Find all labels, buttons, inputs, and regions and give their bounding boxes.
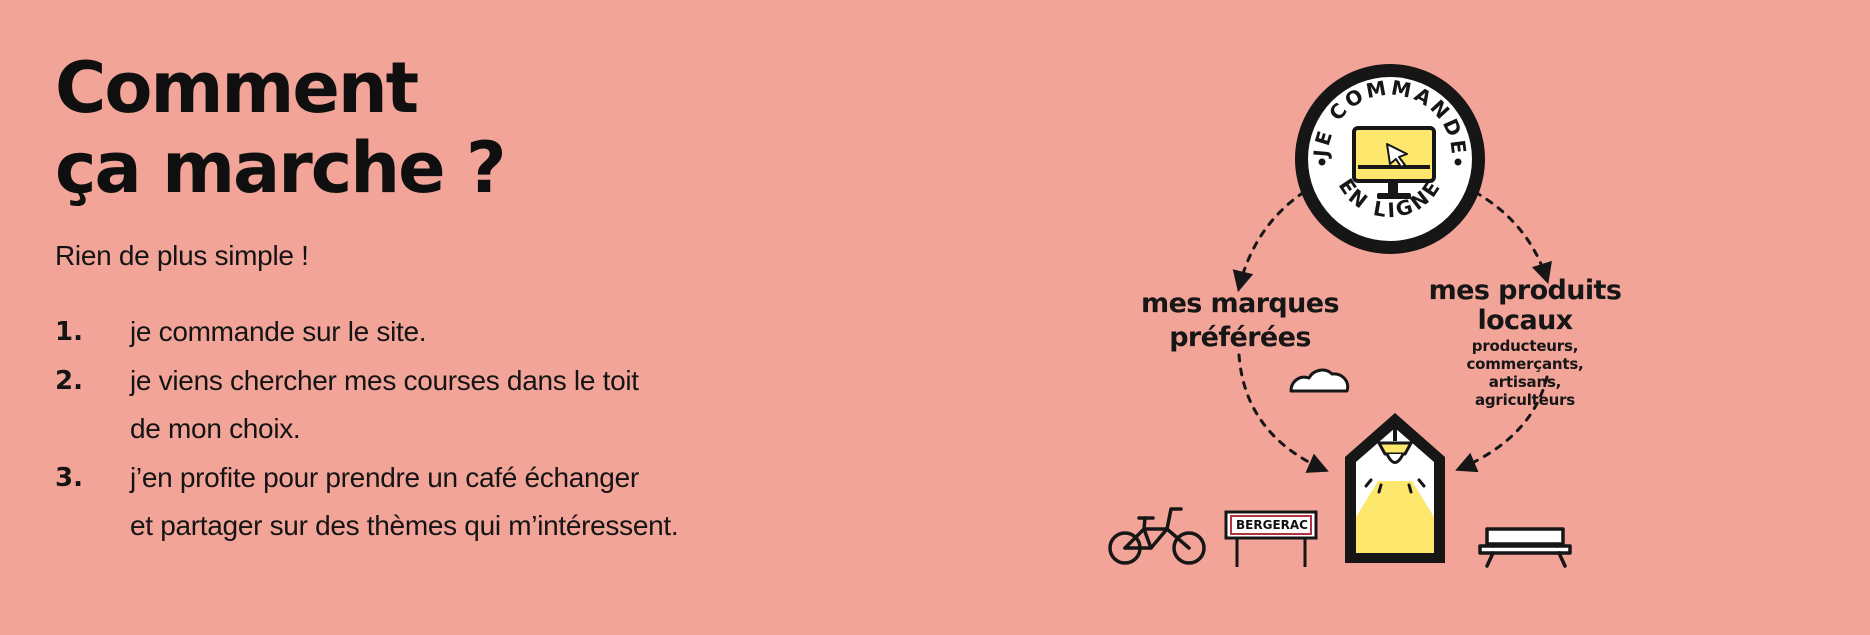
arrow-to-local xyxy=(1473,190,1552,285)
step-2-line-2: de mon choix. xyxy=(130,413,301,444)
intro-section: Comment ça marche ? Rien de plus simple … xyxy=(55,48,815,551)
brands-label: mes marques préférées xyxy=(1135,287,1345,355)
local-products-sub-line-2: artisans, agriculteurs xyxy=(1474,373,1576,409)
step-3: 3. j’en profite pour prendre un café éch… xyxy=(55,454,815,550)
step-2-text: je viens chercher mes courses dans le to… xyxy=(130,357,815,453)
page-title-line-2: ça marche ? xyxy=(55,127,507,209)
page-title-line-1: Comment xyxy=(55,47,419,129)
step-1-text: je commande sur le site. xyxy=(130,308,815,356)
local-products-subtitle: producteurs, commerçants, artisans, agri… xyxy=(1440,337,1610,409)
cloud-icon xyxy=(1289,368,1350,393)
local-products-sub-line-1: producteurs, commerçants, xyxy=(1466,337,1584,373)
brands-label-line-1: mes marques xyxy=(1141,288,1340,319)
step-2: 2. je viens chercher mes courses dans le… xyxy=(55,357,815,453)
arrow-to-brands xyxy=(1232,190,1306,293)
bench-icon xyxy=(1478,527,1572,568)
step-3-text: j’en profite pour prendre un café échang… xyxy=(130,454,815,550)
bicycle-icon xyxy=(1108,507,1206,565)
steps-list: 1. je commande sur le site. 2. je viens … xyxy=(55,308,815,550)
city-sign-label: BERGERAC xyxy=(1236,518,1308,532)
local-products-line-2: locaux xyxy=(1477,305,1573,336)
step-3-line-1: j’en profite pour prendre un café échang… xyxy=(130,462,639,493)
house-icon xyxy=(1345,413,1445,563)
step-3-line-2: et partager sur des thèmes qui m’intéres… xyxy=(130,510,679,541)
step-3-number: 3. xyxy=(55,463,83,493)
step-2-line-1: je viens chercher mes courses dans le to… xyxy=(130,365,639,396)
page-title: Comment ça marche ? xyxy=(55,48,815,208)
how-it-works-diagram: JE COMMANDE EN LIGNE mes marques préféré… xyxy=(1095,55,1655,575)
local-products-label: mes produits locaux xyxy=(1425,276,1625,336)
local-products-line-1: mes produits xyxy=(1428,275,1622,306)
step-1: 1. je commande sur le site. xyxy=(55,308,815,356)
subtitle: Rien de plus simple ! xyxy=(55,240,309,271)
online-order-badge-icon: JE COMMANDE EN LIGNE xyxy=(1295,64,1485,254)
brands-label-line-2: préférées xyxy=(1169,322,1311,353)
step-1-number: 1. xyxy=(55,317,83,347)
step-1-line-1: je commande sur le site. xyxy=(130,316,427,347)
step-2-number: 2. xyxy=(55,366,83,396)
